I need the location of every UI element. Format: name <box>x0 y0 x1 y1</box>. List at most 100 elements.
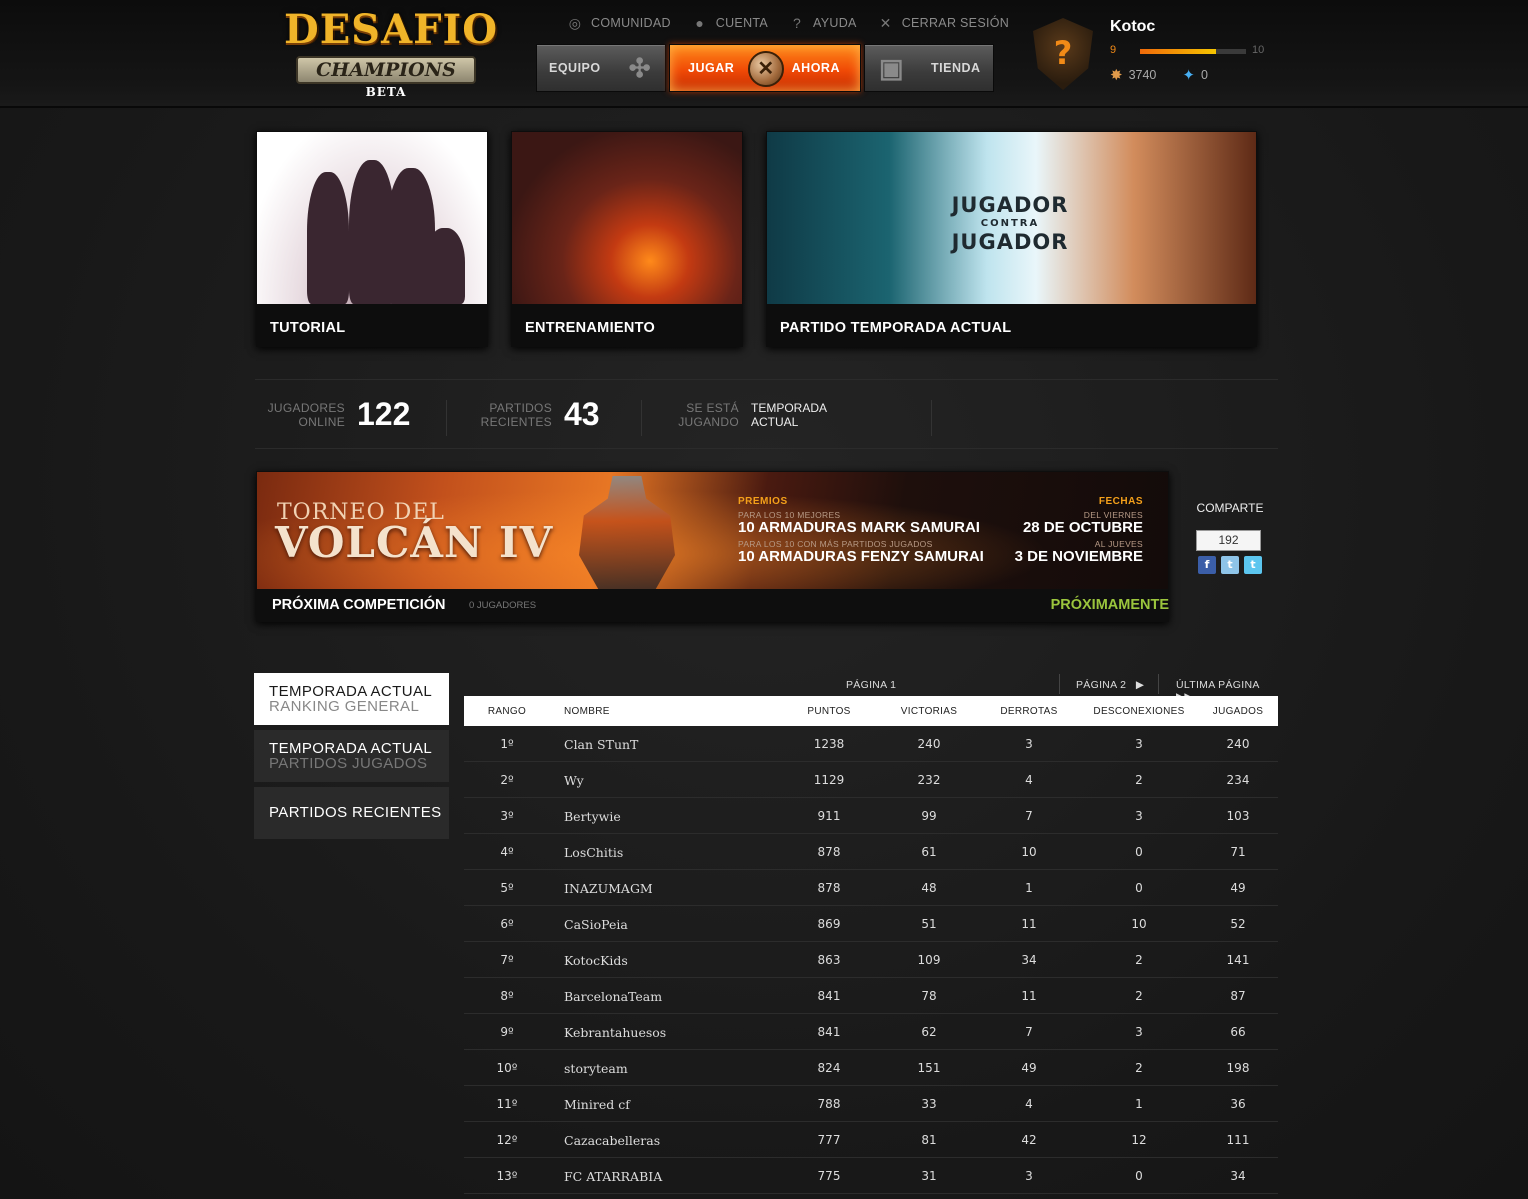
pvp-art-title-2: CONTRA <box>980 218 1040 229</box>
tab-ranking-general[interactable]: TEMPORADA ACTUAL RANKING GENERAL <box>254 673 449 725</box>
stat-playing-label-1: SE ESTÁ <box>686 401 739 415</box>
header-rango[interactable]: RANGO <box>486 706 528 717</box>
pagination: PÁGINA 1 PÁGINA 2 ▶ ÚLTIMA PÁGINA ▶▶ <box>464 674 1278 703</box>
cell-nombre[interactable]: Minired cf <box>564 1097 630 1112</box>
mode-card-tutorial[interactable]: TUTORIAL <box>256 131 488 347</box>
profile-name[interactable]: Kotoc <box>1110 18 1280 36</box>
cell-puntos: 878 <box>817 881 841 895</box>
nav-comunidad[interactable]: ◎ COMUNIDAD <box>566 13 671 33</box>
cell-nombre[interactable]: KotocKids <box>564 953 628 968</box>
game-logo[interactable]: DESAFIO CHAMPIONS BETA <box>280 6 497 102</box>
tienda-button[interactable]: ▣ TIENDA <box>864 44 994 92</box>
header-victorias[interactable]: VICTORIAS <box>894 706 964 717</box>
tab-partidos-recientes[interactable]: PARTIDOS RECIENTES <box>254 787 449 839</box>
cell-desconexiones: 10 <box>1131 917 1147 931</box>
cell-nombre[interactable]: CaSioPeia <box>564 917 628 932</box>
tuenti-icon[interactable]: t <box>1221 556 1239 574</box>
table-row[interactable]: 13º FC ATARRABIA 775 31 3 0 34 <box>464 1158 1278 1194</box>
cell-jugados: 111 <box>1226 1133 1250 1147</box>
tab-partidos-jugados[interactable]: TEMPORADA ACTUAL PARTIDOS JUGADOS <box>254 730 449 782</box>
cell-puntos: 777 <box>817 1133 841 1147</box>
nav-cuenta[interactable]: ● CUENTA <box>691 13 768 33</box>
cell-nombre[interactable]: BarcelonaTeam <box>564 989 662 1004</box>
equipo-button[interactable]: EQUIPO ✣ <box>536 44 666 92</box>
table-row[interactable]: 1º Clan STunT 1238 240 3 3 240 <box>464 726 1278 762</box>
header: DESAFIO CHAMPIONS BETA ◎ COMUNIDAD ● CUENT… <box>0 0 1528 108</box>
cell-nombre[interactable]: FC ATARRABIA <box>564 1169 662 1184</box>
cell-rango: 10º <box>496 1061 518 1075</box>
cell-puntos: 869 <box>817 917 841 931</box>
coins-value: 3740 <box>1128 68 1157 82</box>
gems-icon: ✦ <box>1182 67 1195 84</box>
tournament-banner[interactable]: TORNEO DEL VOLCÁN IV PREMIOS PARA LOS 10… <box>256 471 1169 622</box>
facebook-icon[interactable]: f <box>1198 556 1216 574</box>
stat-online-label: JUGADORES ONLINE <box>255 401 345 429</box>
mode-card-entrenamiento[interactable]: ENTRENAMIENTO <box>511 131 743 347</box>
cell-desconexiones: 1 <box>1135 1097 1143 1111</box>
pager-divider <box>1158 674 1159 694</box>
cell-victorias: 99 <box>921 809 937 823</box>
cell-jugados: 87 <box>1230 989 1246 1003</box>
cell-victorias: 151 <box>917 1061 941 1075</box>
cell-derrotas: 7 <box>1025 1025 1033 1039</box>
cell-nombre[interactable]: Cazacabelleras <box>564 1133 660 1148</box>
tournament-prizes: PREMIOS PARA LOS 10 MEJORES 10 ARMADURAS… <box>738 496 998 565</box>
header-derrotas[interactable]: DERROTAS <box>994 706 1064 717</box>
level-progress-fill <box>1140 49 1217 54</box>
nav-cerrar-sesion[interactable]: ✕ CERRAR SESIÓN <box>877 13 1009 33</box>
stat-playing-label: SE ESTÁ JUGANDO <box>655 401 739 429</box>
entrenamiento-artwork <box>512 132 742 304</box>
pager-next-page[interactable]: PÁGINA 2 ▶ <box>1076 679 1144 691</box>
header-nombre[interactable]: NOMBRE <box>564 706 610 717</box>
stat-recent-label: PARTIDOS RECIENTES <box>455 401 552 429</box>
cell-derrotas: 7 <box>1025 809 1033 823</box>
table-row[interactable]: 3º Bertywie 911 99 7 3 103 <box>464 798 1278 834</box>
cell-victorias: 31 <box>921 1169 937 1183</box>
table-row[interactable]: 2º Wy 1129 232 4 2 234 <box>464 762 1278 798</box>
mode-caption-tutorial: TUTORIAL <box>270 320 346 336</box>
cell-nombre[interactable]: INAZUMAGM <box>564 881 653 896</box>
table-row[interactable]: 6º CaSioPeia 869 51 11 10 52 <box>464 906 1278 942</box>
table-row[interactable]: 10º storyteam 824 151 49 2 198 <box>464 1050 1278 1086</box>
header-desconexiones[interactable]: DESCONEXIONES <box>1084 706 1194 717</box>
stat-recent-label-2: RECIENTES <box>480 415 552 429</box>
cell-desconexiones: 3 <box>1135 737 1143 751</box>
table-row[interactable]: 4º LosChitis 878 61 10 0 71 <box>464 834 1278 870</box>
cell-nombre[interactable]: storyteam <box>564 1061 628 1076</box>
team-emblem-icon[interactable]: ? <box>1033 18 1093 90</box>
cell-rango: 7º <box>500 953 514 967</box>
stats-divider <box>931 400 932 436</box>
pvp-art-title: JUGADOR CONTRA JUGADOR <box>930 195 1090 253</box>
cell-nombre[interactable]: Bertywie <box>564 809 621 824</box>
pvp-art-title-3: JUGADOR <box>951 230 1069 254</box>
share-count: 192 <box>1196 530 1261 551</box>
ahora-label: AHORA <box>791 61 840 75</box>
nav-ayuda[interactable]: ? AYUDA <box>788 13 857 33</box>
header-puntos[interactable]: PUNTOS <box>794 706 864 717</box>
cell-desconexiones: 2 <box>1135 773 1143 787</box>
cell-nombre[interactable]: Kebrantahuesos <box>564 1025 666 1040</box>
cell-nombre[interactable]: Clan STunT <box>564 737 638 752</box>
coins-icon: ✸ <box>1110 67 1123 84</box>
header-jugados[interactable]: JUGADOS <box>1204 706 1272 717</box>
table-row[interactable]: 12º Cazacabelleras 777 81 42 12 111 <box>464 1122 1278 1158</box>
cell-victorias: 62 <box>921 1025 937 1039</box>
twitter-icon[interactable]: t <box>1244 556 1262 574</box>
table-row[interactable]: 7º KotocKids 863 109 34 2 141 <box>464 942 1278 978</box>
cell-rango: 12º <box>496 1133 518 1147</box>
stat-online-value: 122 <box>357 396 411 432</box>
cell-nombre[interactable]: Wy <box>564 773 584 788</box>
table-row[interactable]: 9º Kebrantahuesos 841 62 7 3 66 <box>464 1014 1278 1050</box>
table-row[interactable]: 11º Minired cf 788 33 4 1 36 <box>464 1086 1278 1122</box>
cell-nombre[interactable]: LosChitis <box>564 845 623 860</box>
equipo-label: EQUIPO <box>549 61 601 75</box>
mode-caption-entrenamiento: ENTRENAMIENTO <box>525 320 656 336</box>
user-icon: ● <box>695 15 705 31</box>
cell-jugados: 49 <box>1230 881 1246 895</box>
table-row[interactable]: 8º BarcelonaTeam 841 78 11 2 87 <box>464 978 1278 1014</box>
stat-recent-value: 43 <box>564 396 600 432</box>
table-row[interactable]: 5º INAZUMAGM 878 48 1 0 49 <box>464 870 1278 906</box>
cell-rango: 3º <box>500 809 514 823</box>
jugar-ahora-button[interactable]: JUGAR ✕ AHORA <box>669 44 861 92</box>
pager-last-label: ÚLTIMA PÁGINA <box>1176 679 1260 691</box>
